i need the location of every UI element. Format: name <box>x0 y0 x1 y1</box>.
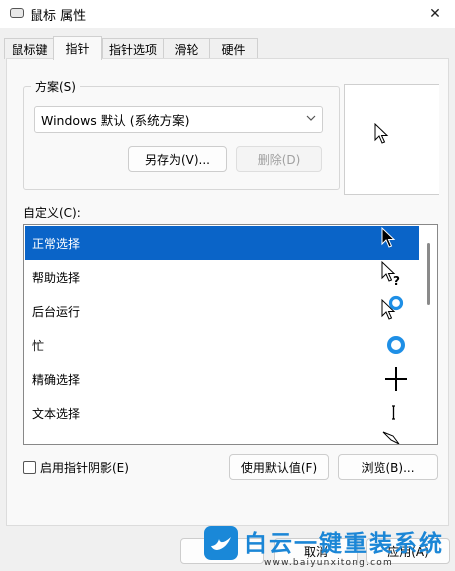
watermark-title: 白云一键重装系统 <box>244 531 444 557</box>
scheme-group <box>23 86 340 190</box>
tab-pointer-options[interactable]: 指针选项 <box>102 38 164 59</box>
delete-button[interactable]: 删除(D) <box>236 146 322 172</box>
scheme-select-value: Windows 默认 (系统方案) <box>41 113 190 128</box>
cursor-list[interactable]: 正常选择 帮助选择 ? 后台运行 忙 精确选择 文本选择 <box>23 224 438 445</box>
watermark-url: www.baiyunxitong.com <box>264 558 393 568</box>
mouse-icon <box>10 8 24 18</box>
use-default-button[interactable]: 使用默认值(F) <box>229 454 329 480</box>
help-cursor-icon: ? <box>381 260 400 288</box>
save-as-button[interactable]: 另存为(V)... <box>128 146 227 172</box>
svg-text:?: ? <box>393 274 400 288</box>
scrollbar-thumb[interactable] <box>427 243 430 305</box>
working-in-background-cursor-icon <box>381 295 404 320</box>
pointer-shadow-label: 启用指针阴影(E) <box>40 461 129 475</box>
arrow-cursor-icon <box>381 226 396 248</box>
tab-wheel[interactable]: 滑轮 <box>163 38 210 59</box>
scheme-label: 方案(S) <box>31 78 80 95</box>
pointers-panel: 方案(S) Windows 默认 (系统方案) 另存为(V)... 删除(D) … <box>6 58 449 526</box>
chevron-down-icon <box>306 111 316 128</box>
list-item[interactable]: 文本选择 <box>25 396 419 430</box>
tab-buttons[interactable]: 鼠标键 <box>4 38 55 59</box>
bird-logo-icon <box>204 526 238 560</box>
tab-hardware[interactable]: 硬件 <box>209 38 258 59</box>
list-item[interactable] <box>25 430 419 444</box>
handwriting-pen-cursor-icon <box>382 431 400 444</box>
busy-cursor-icon <box>387 336 405 354</box>
text-ibeam-cursor-icon <box>392 405 395 420</box>
precision-crosshair-icon <box>385 367 407 391</box>
list-item[interactable]: 帮助选择 ? <box>25 260 419 294</box>
list-item-label: 帮助选择 <box>32 270 81 285</box>
browse-button[interactable]: 浏览(B)... <box>338 454 438 480</box>
list-item-label: 忙 <box>32 338 45 353</box>
scheme-select[interactable]: Windows 默认 (系统方案) <box>34 106 323 133</box>
list-item[interactable]: 精确选择 <box>25 362 419 396</box>
list-item-label: 正常选择 <box>32 236 81 251</box>
close-button[interactable]: ✕ <box>415 0 455 28</box>
list-scrollbar[interactable] <box>419 225 437 444</box>
list-item[interactable]: 忙 <box>25 328 419 362</box>
list-item[interactable]: 正常选择 <box>25 226 419 260</box>
customize-label: 自定义(C): <box>23 206 81 220</box>
watermark: 白云一键重装系统 www.baiyunxitong.com <box>204 524 455 571</box>
list-item[interactable]: 后台运行 <box>25 294 419 328</box>
title-bar: 鼠标 属性 ✕ <box>0 0 455 28</box>
window-title: 鼠标 属性 <box>30 9 87 24</box>
pointer-shadow-option[interactable]: 启用指针阴影(E) <box>23 459 129 476</box>
cursor-preview <box>344 84 439 195</box>
pointer-shadow-checkbox[interactable] <box>23 461 36 474</box>
arrow-cursor-icon <box>374 123 389 144</box>
tab-pointers[interactable]: 指针 <box>53 36 102 60</box>
list-item-label: 精确选择 <box>32 372 81 387</box>
list-item-label: 后台运行 <box>32 304 81 319</box>
list-item-label: 文本选择 <box>32 406 81 421</box>
